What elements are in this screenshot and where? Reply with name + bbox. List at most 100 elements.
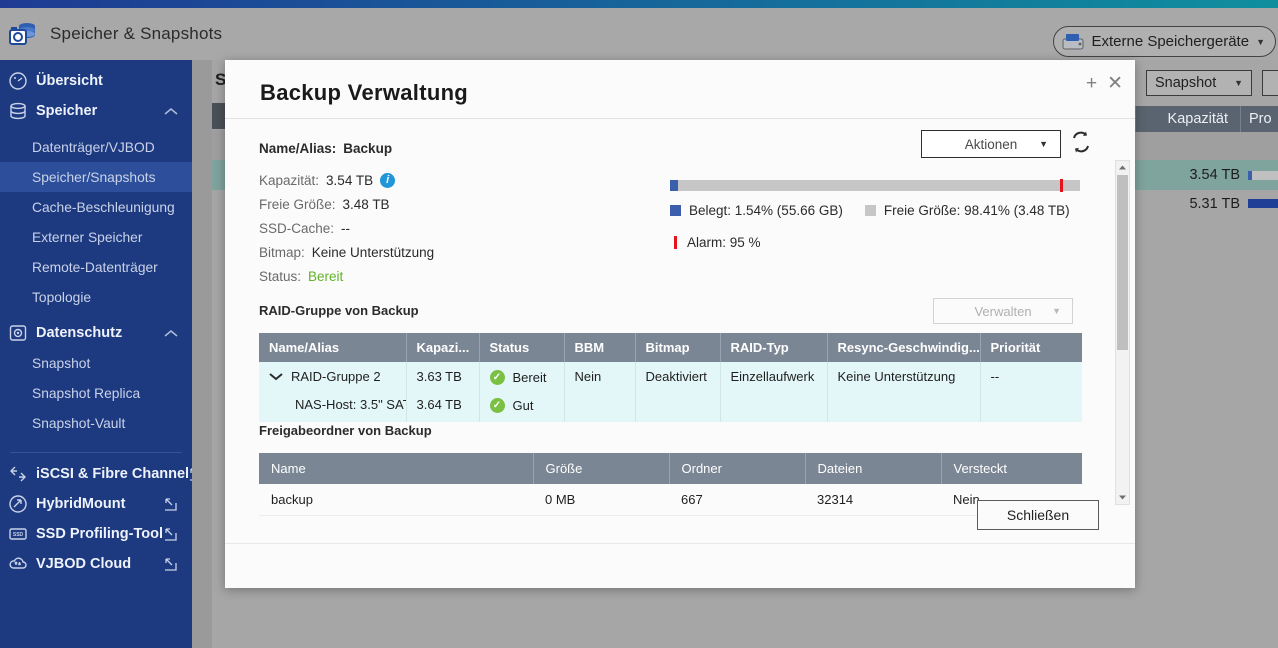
raid-col-header[interactable]: Kapazi...	[406, 333, 480, 362]
raid-cell-capacity: 3.64 TB	[406, 391, 480, 422]
top-gradient-bar	[0, 0, 1278, 8]
raid-col-header[interactable]: Bitmap	[635, 333, 721, 362]
background-column-kapazitat: Kapazität	[1135, 106, 1240, 132]
content-left-strip	[192, 60, 212, 648]
share-col-header[interactable]: Versteckt	[941, 453, 1082, 484]
sidebar-item-externer-speicher[interactable]: Externer Speicher	[0, 222, 192, 252]
status-badge: Bereit	[308, 268, 344, 284]
sidebar-item-snapshot-replica[interactable]: Snapshot Replica	[0, 378, 192, 408]
shield-icon	[8, 323, 28, 343]
info-value: Backup	[343, 140, 393, 156]
dialog-scrollbar[interactable]	[1115, 160, 1130, 505]
scroll-down-arrow-icon[interactable]	[1116, 491, 1129, 504]
sidebar-item-topologie[interactable]: Topologie	[0, 282, 192, 312]
chevron-down-icon: ▼	[1256, 36, 1265, 47]
manage-button[interactable]: Verwalten ▼	[933, 298, 1073, 324]
refresh-icon[interactable]	[1070, 130, 1092, 154]
sidebar-item-label: Übersicht	[36, 73, 103, 89]
raid-col-header[interactable]: Priorität	[980, 333, 1082, 362]
sidebar-item-snapshot[interactable]: Snapshot	[0, 348, 192, 378]
usage-bar-used	[670, 180, 678, 191]
sidebar-item-iscsi-fibre-channel[interactable]: iSCSI & Fibre Channel	[0, 459, 192, 489]
scrollbar-thumb[interactable]	[1117, 175, 1128, 350]
sidebar-item-label: Externer Speicher	[32, 229, 143, 245]
snapshot-button-label: Snapshot	[1155, 75, 1217, 91]
raid-col-header[interactable]: Name/Alias	[259, 333, 407, 362]
raid-col-header[interactable]: RAID-Typ	[720, 333, 828, 362]
raid-row-status: Bereit	[512, 370, 547, 385]
background-cell-capacity-2: 5.31 TB	[1189, 196, 1240, 212]
chevron-down-icon[interactable]	[269, 372, 283, 381]
raid-col-header[interactable]: BBM	[564, 333, 636, 362]
volume-info-list: Name/Alias: Backup Kapazität: 3.54 TB i …	[259, 136, 434, 288]
sidebar-item-datentr-ger-vjbod[interactable]: Datenträger/VJBOD	[0, 132, 192, 162]
info-row-free: Freie Größe: 3.48 TB	[259, 192, 434, 216]
sidebar-item-label: Snapshot-Vault	[32, 415, 126, 431]
table-row[interactable]: backup 0 MB 667 32314 Nein	[259, 484, 1082, 516]
sidebar-item-label: SSD Profiling-Tool	[36, 526, 163, 542]
background-mini-bar-1	[1248, 171, 1278, 180]
raid-cell-bitmap	[635, 391, 721, 422]
sidebar-item-bersicht[interactable]: Übersicht	[0, 66, 192, 96]
sidebar-item-cache-beschleunigung[interactable]: Cache-Beschleunigung	[0, 192, 192, 222]
legend-swatch-used	[670, 205, 681, 216]
chevron-up-icon[interactable]	[164, 107, 178, 116]
external-link-icon[interactable]	[164, 527, 178, 541]
raid-cell-bitmap: Deaktiviert	[635, 362, 721, 391]
share-col-header[interactable]: Ordner	[669, 453, 806, 484]
status-ok-icon: ✓	[489, 398, 505, 413]
external-link-icon[interactable]	[164, 557, 178, 571]
usage-legend: Belegt: 1.54% (55.66 GB) Freie Größe: 98…	[670, 203, 1092, 218]
raid-cell-priority	[980, 391, 1082, 422]
sidebar-item-snapshot-vault[interactable]: Snapshot-Vault	[0, 408, 192, 438]
chevron-down-icon: ▼	[1039, 139, 1048, 149]
share-cell-files: 32314	[805, 484, 941, 516]
sidebar-item-label: iSCSI & Fibre Channel	[36, 466, 190, 482]
sidebar-item-vjbod-cloud[interactable]: VJBOD Cloud	[0, 549, 192, 579]
storage-snapshots-icon	[6, 17, 40, 51]
background-extra-button[interactable]	[1262, 70, 1278, 96]
info-value: 3.54 TB	[326, 172, 374, 188]
chevron-up-icon[interactable]	[164, 329, 178, 338]
raid-col-header[interactable]: Resync-Geschwindig...	[827, 333, 981, 362]
info-tooltip-icon[interactable]: i	[380, 172, 396, 188]
snapshot-button[interactable]: Snapshot ▼	[1146, 70, 1252, 96]
table-row[interactable]: NAS-Host: 3.5" SAT...3.64 TB ✓ Gut	[259, 391, 1082, 422]
info-label: Name/Alias:	[259, 140, 337, 156]
share-col-header[interactable]: Größe	[533, 453, 670, 484]
share-col-header[interactable]: Dateien	[805, 453, 942, 484]
actions-button[interactable]: Aktionen ▼	[921, 130, 1061, 158]
iscsi-icon	[8, 464, 28, 484]
plus-icon[interactable]: +	[1086, 74, 1097, 93]
external-link-icon[interactable]	[189, 467, 192, 481]
info-row-ssd-cache: SSD-Cache: --	[259, 216, 434, 240]
external-storage-label: Externe Speichergeräte	[1091, 33, 1250, 50]
close-icon[interactable]: ✕	[1107, 74, 1123, 93]
usage-bar	[670, 179, 1080, 192]
ssd-icon: SSD	[8, 524, 28, 544]
manage-button-label: Verwalten	[974, 303, 1032, 319]
sidebar-item-speicher-snapshots[interactable]: Speicher/Snapshots	[0, 162, 192, 192]
chevron-down-icon: ▼	[1234, 78, 1243, 88]
app-title: Speicher & Snapshots	[50, 24, 223, 43]
close-button[interactable]: Schließen	[977, 500, 1099, 530]
scroll-up-arrow-icon[interactable]	[1116, 161, 1129, 174]
info-label: Bitmap:	[259, 244, 305, 260]
sidebar-item-label: Topologie	[32, 289, 92, 305]
sidebar-item-speicher[interactable]: Speicher	[0, 96, 192, 126]
alarm-legend: Alarm: 95 %	[670, 235, 783, 250]
raid-col-header[interactable]: Status	[479, 333, 565, 362]
table-row[interactable]: RAID-Gruppe 2 3.63 TB ✓ Bereit Nein Deaktivie…	[259, 362, 1082, 391]
sidebar-item-ssd-profiling-tool[interactable]: SSD SSD Profiling-Tool	[0, 519, 192, 549]
legend-swatch-free	[864, 205, 876, 216]
sidebar-item-label: Datenschutz	[36, 325, 123, 341]
sidebar-item-datenschutz[interactable]: Datenschutz	[0, 318, 192, 348]
external-link-icon[interactable]	[164, 497, 178, 511]
external-storage-button[interactable]: Externe Speichergeräte ▼	[1053, 26, 1276, 57]
share-col-header[interactable]: Name	[259, 453, 534, 484]
info-value: --	[341, 220, 351, 236]
sidebar-item-remote-datentr-ger[interactable]: Remote-Datenträger	[0, 252, 192, 282]
sidebar-item-label: Speicher/Snapshots	[32, 169, 156, 185]
info-row-capacity: Kapazität: 3.54 TB i	[259, 168, 434, 192]
sidebar-item-hybridmount[interactable]: HybridMount	[0, 489, 192, 519]
